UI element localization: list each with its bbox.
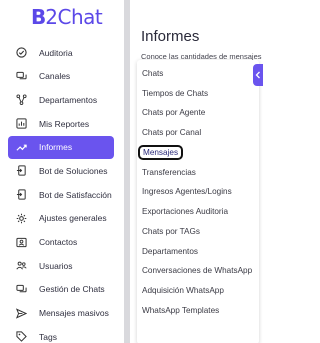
report-type-dropdown: Chats Tiempos de Chats Chats por Agente … — [137, 60, 259, 343]
contact-card-icon — [16, 237, 27, 248]
chat-manage-icon — [16, 284, 27, 295]
dropdown-option-departamentos[interactable]: Departamentos — [137, 242, 259, 261]
branch-icon — [16, 94, 27, 106]
report-icon — [16, 118, 27, 129]
chat-bubbles-icon — [16, 71, 27, 82]
sidebar-item-label: Gestión de Chats — [39, 284, 105, 295]
dropdown-option-exportaciones-auditoria[interactable]: Exportaciones Auditoria — [137, 202, 259, 221]
app-frame: B 2Chat Auditoria Canales Departamentos … — [0, 0, 263, 343]
sidebar-item-auditoria[interactable]: Auditoria — [8, 41, 114, 64]
sidebar-item-label: Ajustes generales — [39, 213, 107, 224]
sidebar-item-label: Contactos — [39, 237, 78, 247]
brand-logo[interactable]: B 2Chat — [31, 5, 103, 29]
bot-door-icon — [16, 165, 27, 177]
option-label: Chats por Agente — [142, 108, 206, 117]
sidebar-item-mensajes-masivos[interactable]: Mensajes masivos — [8, 302, 114, 325]
main-content: Informes Conoce las cantidades de mensaj… — [130, 0, 263, 343]
option-label: Exportaciones Auditoria — [142, 207, 229, 216]
sidebar-item-label: Mensajes masivos — [39, 308, 109, 319]
sidebar-item-label: Bot de Soluciones — [39, 165, 108, 176]
sidebar-item-label: Departamentos — [39, 94, 98, 105]
option-label: Departamentos — [142, 247, 198, 256]
sidebar-item-label: Canales — [39, 71, 71, 82]
trend-line-icon — [16, 142, 27, 153]
collapse-panel-button[interactable] — [253, 64, 263, 86]
sidebar-item-label: Mis Reportes — [39, 118, 90, 129]
sidebar-item-label: Usuarios — [39, 260, 73, 271]
dropdown-option-tiempos-de-chats[interactable]: Tiempos de Chats — [137, 84, 259, 103]
option-label: Conversaciones de WhatsApp — [142, 266, 253, 275]
dropdown-option-mensajes[interactable]: Mensajes — [137, 143, 259, 162]
dropdown-option-transferencias[interactable]: Transferencias — [137, 163, 259, 182]
gear-icon — [16, 213, 27, 224]
option-label: Tiempos de Chats — [142, 89, 209, 98]
option-label: Chats por TAGs — [142, 227, 200, 236]
sidebar-item-informes[interactable]: Informes — [8, 135, 114, 159]
dropdown-option-conversaciones-de-whatsapp[interactable]: Conversaciones de WhatsApp — [137, 261, 259, 280]
sidebar-nav: Auditoria Canales Departamentos Mis Repo… — [8, 41, 114, 343]
sidebar-item-label: Bot de Satisfacción — [39, 189, 112, 200]
option-label: Chats por Canal — [142, 128, 202, 137]
sidebar-item-label: Tags — [39, 331, 57, 342]
sidebar-item-canales[interactable]: Canales — [8, 65, 114, 88]
sidebar-item-tags[interactable]: Tags — [8, 325, 114, 343]
sidebar-item-label: Auditoria — [39, 47, 73, 58]
option-label: Transferencias — [142, 168, 196, 177]
logo-mark: B — [31, 5, 46, 29]
sidebar-item-label: Informes — [39, 142, 73, 153]
dropdown-option-ingresos-agentes-logins[interactable]: Ingresos Agentes/Logins — [137, 182, 259, 201]
option-label: Chats — [142, 69, 164, 78]
send-icon — [16, 307, 27, 319]
sidebar-item-departamentos[interactable]: Departamentos — [8, 88, 114, 111]
dropdown-option-chats-por-agente[interactable]: Chats por Agente — [137, 103, 259, 122]
sidebar-item-mis-reportes[interactable]: Mis Reportes — [8, 112, 114, 135]
option-label: Adquisición WhatsApp — [142, 286, 224, 295]
chevron-left-icon — [255, 66, 261, 84]
sidebar-item-bot-de-soluciones[interactable]: Bot de Soluciones — [8, 159, 114, 182]
dropdown-option-chats-por-canal[interactable]: Chats por Canal — [137, 123, 259, 142]
logo-text: 2Chat — [45, 5, 103, 29]
sidebar-item-usuarios[interactable]: Usuarios — [8, 254, 114, 277]
tag-icon — [16, 331, 27, 343]
dropdown-option-chats[interactable]: Chats — [137, 64, 259, 83]
sidebar-item-bot-de-satisfaccion[interactable]: Bot de Satisfacción — [8, 183, 114, 206]
option-label-highlighted: Mensajes — [138, 145, 184, 160]
sidebar-item-contactos[interactable]: Contactos — [8, 231, 114, 254]
dropdown-option-whatsapp-templates[interactable]: WhatsApp Templates — [137, 301, 259, 320]
dropdown-option-adquisicion-whatsapp[interactable]: Adquisición WhatsApp — [137, 281, 259, 300]
sidebar-item-ajustes-generales[interactable]: Ajustes generales — [8, 207, 114, 230]
option-label: Ingresos Agentes/Logins — [142, 187, 232, 196]
bot-door-icon — [16, 189, 27, 200]
dropdown-option-chats-por-tags[interactable]: Chats por TAGs — [137, 222, 259, 241]
sidebar: B 2Chat Auditoria Canales Departamentos … — [0, 0, 124, 343]
users-icon — [16, 260, 27, 271]
option-label: WhatsApp Templates — [142, 306, 220, 315]
sidebar-item-gestion-de-chats[interactable]: Gestión de Chats — [8, 278, 114, 301]
page-title: Informes — [141, 28, 200, 45]
check-circle-icon — [16, 47, 27, 58]
